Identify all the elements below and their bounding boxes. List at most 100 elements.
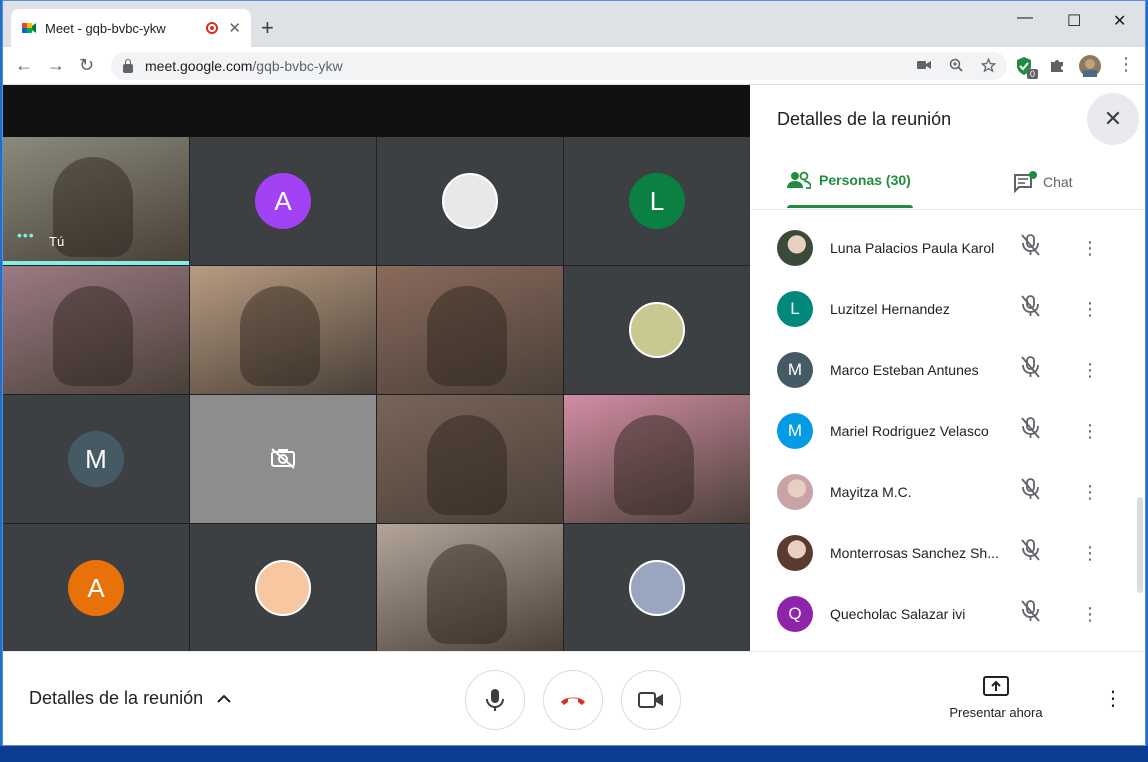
self-video-tile[interactable]: ••• Tú	[3, 137, 189, 265]
participant-tile[interactable]	[190, 524, 376, 652]
mic-off-icon	[1019, 416, 1041, 445]
participant-more-options-icon[interactable]: ⋮	[1081, 483, 1099, 501]
hang-up-icon	[559, 694, 587, 706]
extension-badge: 0	[1027, 69, 1039, 79]
reload-button[interactable]: ↻	[79, 55, 94, 75]
participant-video-tile[interactable]	[377, 395, 563, 523]
participant-more-options-icon[interactable]: ⋮	[1081, 422, 1099, 440]
profile-avatar[interactable]	[1079, 55, 1101, 82]
participant-more-options-icon[interactable]: ⋮	[1081, 361, 1099, 379]
zoom-icon[interactable]	[949, 58, 963, 75]
self-label: Tú	[49, 234, 65, 249]
participant-more-options-icon[interactable]: ⋮	[1081, 544, 1099, 562]
participant-avatar: A	[68, 560, 124, 616]
participant-profile-picture	[255, 560, 311, 616]
participant-video-tile[interactable]	[564, 395, 750, 523]
back-button[interactable]: ←	[15, 55, 33, 75]
participant-more-options-icon[interactable]: ⋮	[1081, 239, 1099, 257]
participant-row[interactable]: M Mariel Rodriguez Velasco ⋮	[751, 400, 1145, 461]
participant-avatar	[777, 534, 813, 571]
participant-profile-picture	[442, 173, 498, 229]
participant-video-tile[interactable]	[377, 266, 563, 394]
participant-row[interactable]: Mayitza M.C. ⋮	[751, 461, 1145, 522]
tab-people[interactable]: Personas (30)	[787, 171, 911, 189]
participant-tile[interactable]	[564, 266, 750, 394]
browser-tab[interactable]: Meet - gqb-bvbc-ykw ✕	[11, 9, 251, 47]
new-tab-button[interactable]: +	[261, 17, 274, 39]
address-bar[interactable]: meet.google.com/gqb-bvbc-ykw	[111, 52, 1007, 80]
camera-permission-icon[interactable]	[917, 58, 931, 74]
participant-avatar: M	[777, 412, 813, 449]
participant-name: Luna Palacios Paula Karol	[830, 239, 995, 256]
mic-off-icon	[1019, 477, 1041, 506]
close-panel-button[interactable]: ✕	[1087, 93, 1139, 145]
windows-taskbar	[0, 746, 1148, 762]
participant-name: Quecholac Salazar ivi	[830, 605, 966, 622]
meeting-details-button[interactable]: Detalles de la reunión	[29, 688, 231, 709]
close-tab-icon[interactable]: ✕	[228, 19, 241, 37]
tab-strip: Meet - gqb-bvbc-ykw ✕ + — ☐ ✕	[3, 1, 1145, 47]
panel-divider	[751, 209, 1145, 210]
participant-row[interactable]: Q Quecholac Salazar ivi ⋮	[751, 583, 1145, 644]
browser-window: Meet - gqb-bvbc-ykw ✕ + — ☐ ✕ ← → ↻ meet…	[2, 0, 1146, 746]
participant-tile[interactable]: M	[3, 395, 189, 523]
participant-name: Mayitza M.C.	[830, 483, 912, 500]
participant-avatar: A	[255, 173, 311, 229]
participant-avatar: Q	[777, 595, 813, 632]
participant-more-options-icon[interactable]: ⋮	[1081, 605, 1099, 623]
participant-row[interactable]: L Luzitzel Hernandez ⋮	[751, 278, 1145, 339]
url-host: meet.google.com	[145, 58, 253, 74]
participant-avatar	[777, 473, 813, 510]
more-options-icon[interactable]: ⋮	[1103, 686, 1123, 711]
participant-tile[interactable]	[377, 137, 563, 265]
microphone-icon	[486, 688, 504, 712]
minimize-button[interactable]: —	[1017, 9, 1033, 27]
mic-off-icon	[1019, 538, 1041, 567]
microphone-button[interactable]	[465, 670, 525, 730]
present-now-button[interactable]: Presentar ahora	[943, 676, 1049, 720]
people-list-scrollbar[interactable]	[1137, 497, 1143, 593]
participant-tile[interactable]: L	[564, 137, 750, 265]
tab-title: Meet - gqb-bvbc-ykw	[45, 20, 166, 36]
browser-menu-icon[interactable]: ⋮	[1117, 54, 1135, 74]
participant-tile[interactable]: A	[3, 524, 189, 652]
participant-video-tile[interactable]	[377, 524, 563, 652]
participant-row[interactable]: Monterrosas Sanchez Sh... ⋮	[751, 522, 1145, 583]
video-feed	[614, 415, 694, 515]
tab-chat[interactable]: Chat	[1013, 171, 1073, 193]
participant-profile-picture	[629, 302, 685, 358]
participant-video-tile[interactable]	[3, 266, 189, 394]
participant-name: Mariel Rodriguez Velasco	[830, 422, 989, 439]
participant-more-options-icon[interactable]: ⋮	[1081, 300, 1099, 318]
panel-title: Detalles de la reunión	[777, 109, 952, 129]
video-grid: ••• Tú A L M A	[3, 85, 750, 652]
participant-row[interactable]: Luna Palacios Paula Karol ⋮	[751, 217, 1145, 278]
maximize-button[interactable]: ☐	[1067, 11, 1081, 31]
leave-call-button[interactable]	[543, 670, 603, 730]
meeting-details-label: Detalles de la reunión	[29, 688, 204, 708]
camera-button[interactable]	[621, 670, 681, 730]
tab-people-label: Personas (30)	[819, 172, 911, 188]
participant-name: Luzitzel Hernandez	[830, 300, 950, 317]
browser-toolbar: ← → ↻ meet.google.com/gqb-bvbc-ykw 0 ⋮	[3, 47, 1145, 85]
forward-button[interactable]: →	[47, 55, 65, 75]
recording-icon	[206, 22, 219, 34]
stage-top-band	[3, 85, 750, 137]
close-window-button[interactable]: ✕	[1113, 11, 1126, 31]
participant-video-tile[interactable]	[190, 266, 376, 394]
participant-tile[interactable]: A	[190, 137, 376, 265]
video-feed	[53, 286, 133, 386]
participant-row[interactable]: M Marco Esteban Antunes ⋮	[751, 339, 1145, 400]
participant-avatar: L	[629, 173, 685, 229]
bookmark-star-icon[interactable]	[980, 57, 997, 76]
participant-avatar: L	[777, 290, 813, 327]
participant-tile[interactable]	[564, 524, 750, 652]
camera-off-icon	[270, 447, 296, 474]
close-icon: ✕	[1103, 106, 1123, 131]
chevron-up-icon	[217, 694, 231, 704]
mic-off-icon	[1019, 294, 1041, 323]
present-screen-icon	[983, 676, 1009, 699]
video-feed	[240, 286, 320, 386]
puzzle-extensions-icon[interactable]	[1049, 57, 1065, 78]
participant-tile-camera-off[interactable]	[190, 395, 376, 523]
